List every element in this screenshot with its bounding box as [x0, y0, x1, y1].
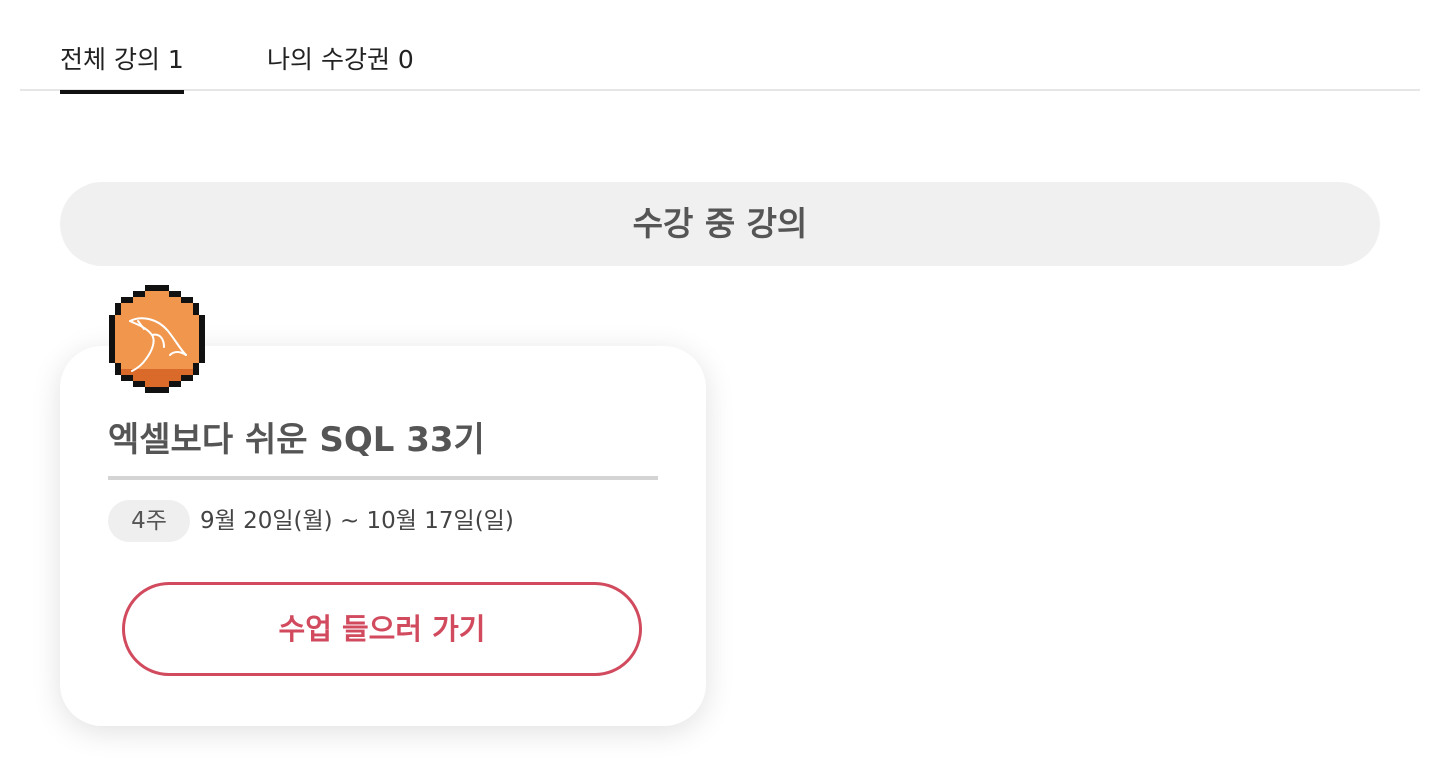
divider	[108, 476, 658, 480]
go-to-class-button[interactable]: 수업 들으러 가기	[122, 582, 642, 676]
tab-bar: 전체 강의 1 나의 수강권 0	[20, 0, 1420, 94]
tab-my-passes[interactable]: 나의 수강권 0	[267, 40, 414, 90]
course-schedule: 9월 20일(월) ~ 10월 17일(일)	[200, 508, 514, 534]
duration-badge: 4주	[108, 500, 190, 542]
course-card: 엑셀보다 쉬운 SQL 33기 4주 9월 20일(월) ~ 10월 17일(일…	[60, 346, 706, 726]
mysql-dolphin-icon	[109, 285, 205, 393]
tab-all-courses[interactable]: 전체 강의 1	[60, 40, 184, 94]
course-title: 엑셀보다 쉬운 SQL 33기	[108, 420, 485, 460]
section-header-in-progress: 수강 중 강의	[60, 182, 1380, 266]
